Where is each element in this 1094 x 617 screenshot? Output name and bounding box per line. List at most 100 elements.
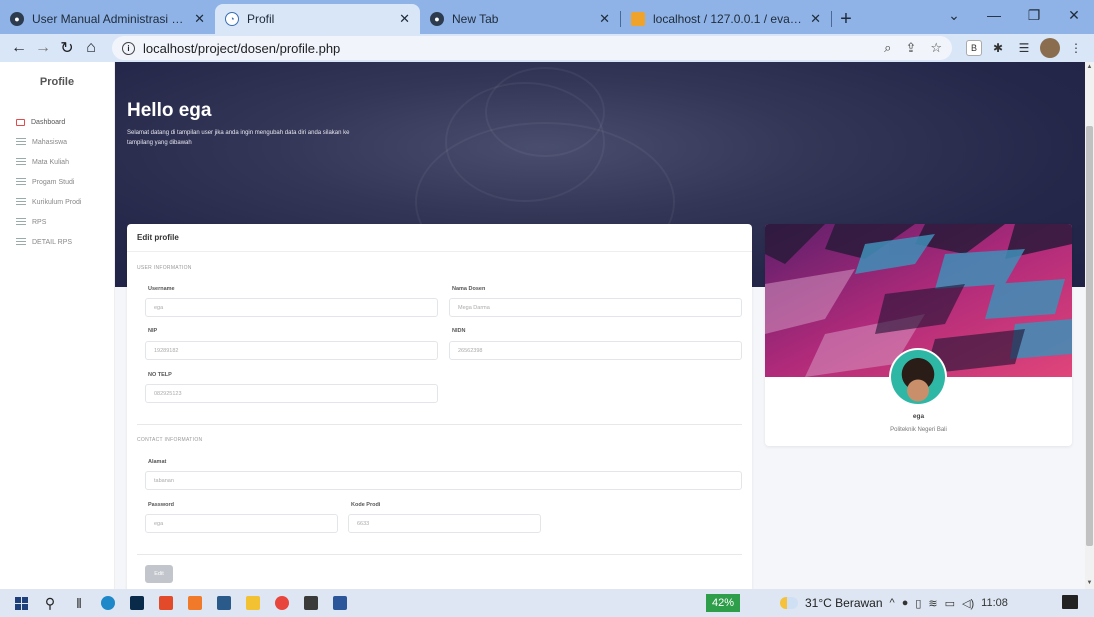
sidebar-item-mata-kuliah[interactable]: Mata Kuliah — [0, 152, 114, 172]
page-scrollbar[interactable]: ▲ ▼ — [1085, 62, 1094, 589]
clock-time[interactable]: 11:08 — [981, 597, 1008, 609]
close-icon[interactable]: ✕ — [810, 11, 821, 27]
minimize-icon[interactable]: — — [974, 0, 1014, 30]
sidebar-item-label: RPS — [32, 218, 47, 226]
volume-icon[interactable]: ◁) — [962, 597, 974, 610]
reading-list-icon[interactable]: ☰ — [1014, 38, 1034, 58]
reload-icon[interactable]: ↻ — [56, 37, 78, 59]
home-icon[interactable]: ⌂ — [80, 37, 102, 59]
password-label: Password — [148, 502, 174, 508]
tab-title: localhost / 127.0.0.1 / evaluasirp — [653, 12, 802, 26]
url-input[interactable]: i localhost/project/dosen/profile.php ⌕ … — [112, 36, 952, 60]
extensions-puzzle-icon[interactable]: ✱ — [988, 38, 1008, 58]
extension-b-icon[interactable]: B — [966, 40, 982, 56]
tray-overflow-icon[interactable]: ^ — [890, 597, 895, 609]
browser-tab-bar: ● User Manual Administrasi Desa_ ✕ ◔ Pro… — [0, 0, 1094, 34]
close-icon[interactable]: ✕ — [194, 11, 205, 27]
alamat-input[interactable]: tabanan — [145, 471, 742, 490]
alamat-label: Alamat — [148, 459, 167, 465]
close-icon[interactable]: ✕ — [599, 11, 610, 27]
list-icon — [16, 138, 26, 146]
sidebar-item-kurikulum-prodi[interactable]: Kurikulum Prodi — [0, 192, 114, 212]
share-icon[interactable]: ⇪ — [905, 40, 916, 56]
window-close-icon[interactable]: ✕ — [1054, 0, 1094, 30]
notification-icon[interactable] — [1062, 595, 1078, 609]
username-input[interactable]: ega — [145, 298, 438, 317]
xampp-icon[interactable] — [182, 590, 208, 616]
profile-icon: ◔ — [225, 12, 239, 26]
sidebar-item-progam-studi[interactable]: Progam Studi — [0, 172, 114, 192]
back-icon[interactable]: ← — [8, 37, 30, 59]
battery-icon[interactable]: ▭ — [945, 597, 955, 610]
nidn-input[interactable]: 26562398 — [449, 341, 742, 360]
zoom-icon[interactable]: ⌕ — [884, 40, 891, 56]
browser-menu-icon[interactable]: ⋮ — [1066, 38, 1086, 58]
list-icon — [16, 238, 26, 246]
wifi-icon[interactable]: ≋ — [928, 597, 937, 610]
photoshop-icon[interactable] — [124, 590, 150, 616]
bookmark-star-icon[interactable]: ☆ — [930, 40, 942, 56]
scroll-down-icon[interactable]: ▼ — [1085, 580, 1094, 586]
contact-information-label: CONTACT INFORMATION — [137, 437, 203, 443]
username-label: Username — [148, 286, 175, 292]
sidebar-item-label: Dashboard — [31, 118, 66, 126]
tray-app-icon[interactable]: ● — [902, 597, 909, 609]
hero-title: Hello ega — [127, 100, 212, 121]
sidebar-item-detail-rps[interactable]: DETAIL RPS — [0, 232, 114, 252]
profile-institution: Politeknik Negeri Bali — [890, 427, 947, 433]
nip-input[interactable]: 19289182 — [145, 341, 438, 360]
list-icon — [16, 158, 26, 166]
edge-browser-icon[interactable] — [95, 590, 121, 616]
no-telp-label: NO TELP — [148, 372, 172, 378]
list-icon — [16, 218, 26, 226]
app-icon[interactable] — [211, 590, 237, 616]
tray-device-icon[interactable]: ▯ — [915, 597, 921, 610]
password-input[interactable]: ega — [145, 514, 338, 533]
sidebar-item-label: Mahasiswa — [32, 138, 68, 146]
section-divider — [137, 424, 742, 425]
no-telp-input[interactable]: 082925123 — [145, 384, 438, 403]
browser-tab-new-tab[interactable]: ● New Tab ✕ — [420, 4, 620, 34]
browser-tab-user-manual[interactable]: ● User Manual Administrasi Desa_ ✕ — [0, 4, 215, 34]
tab-title: Profil — [247, 12, 275, 26]
sidebar-item-label: DETAIL RPS — [32, 238, 73, 246]
office-icon[interactable] — [153, 590, 179, 616]
weather-icon[interactable] — [780, 597, 798, 609]
sidebar-item-label: Progam Studi — [32, 178, 75, 186]
sidebar-item-label: Kurikulum Prodi — [32, 198, 82, 206]
close-icon[interactable]: ✕ — [399, 11, 410, 27]
word-icon[interactable] — [327, 590, 353, 616]
browser-tab-profil[interactable]: ◔ Profil ✕ — [215, 4, 420, 34]
tab-title: New Tab — [452, 12, 499, 26]
section-divider — [137, 554, 742, 555]
nidn-label: NIDN — [452, 328, 466, 334]
start-button[interactable] — [8, 590, 34, 616]
scroll-up-icon[interactable]: ▲ — [1085, 64, 1094, 70]
windows-taskbar: ⚲ ‖ 42% 31°C Berawan ^ ● ▯ ≋ ▭ ◁) 11:08 — [0, 589, 1094, 617]
user-avatar-icon[interactable] — [1040, 38, 1060, 58]
windows-logo-icon — [14, 596, 28, 610]
chrome-icon[interactable] — [269, 590, 295, 616]
tab-search-icon[interactable]: ⌄ — [934, 0, 974, 30]
sidebar-item-label: Mata Kuliah — [32, 158, 69, 166]
forward-icon[interactable]: → — [32, 37, 54, 59]
kode-prodi-input[interactable]: 6633 — [348, 514, 541, 533]
sidebar-item-mahasiswa[interactable]: Mahasiswa — [0, 132, 114, 152]
edit-button[interactable]: Edit — [145, 565, 173, 583]
profile-card: ega Politeknik Negeri Bali — [765, 224, 1072, 446]
restore-icon[interactable]: ❐ — [1014, 0, 1054, 30]
sublime-text-icon[interactable] — [298, 590, 324, 616]
search-icon[interactable]: ⚲ — [37, 590, 63, 616]
scrollbar-thumb[interactable] — [1086, 126, 1093, 546]
site-info-icon[interactable]: i — [122, 41, 135, 55]
sidebar-item-rps[interactable]: RPS — [0, 212, 114, 232]
file-explorer-icon[interactable] — [240, 590, 266, 616]
profile-avatar — [889, 348, 947, 406]
new-tab-button[interactable]: + — [832, 4, 860, 34]
sidebar-item-dashboard[interactable]: Dashboard — [0, 112, 114, 132]
nama-dosen-input[interactable]: Mega Darma — [449, 298, 742, 317]
task-view-icon[interactable]: ‖ — [66, 590, 92, 616]
weather-text[interactable]: 31°C Berawan — [805, 596, 883, 610]
browser-tab-phpmyadmin[interactable]: localhost / 127.0.0.1 / evaluasirp ✕ — [621, 4, 831, 34]
edit-profile-heading: Edit profile — [127, 224, 752, 252]
